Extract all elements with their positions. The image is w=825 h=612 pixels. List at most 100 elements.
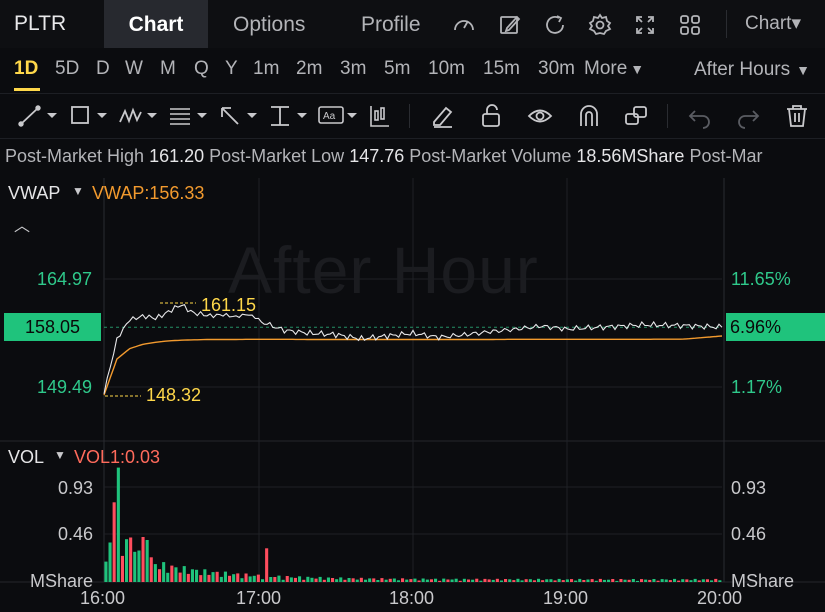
volume-bar [351, 578, 355, 582]
volume-bar [681, 579, 685, 582]
volume-bar [285, 576, 289, 582]
link-icon[interactable] [623, 102, 649, 130]
indicator-gauge-icon[interactable] [452, 13, 476, 37]
top-bar: PLTR Chart Options Profile Chart▾ [0, 0, 825, 48]
volume-bar [450, 579, 454, 582]
tab-profile[interactable]: Profile [361, 0, 421, 48]
volume-bar [256, 574, 260, 582]
volume-axis-label: 0.93 [58, 478, 94, 498]
volume-bar [372, 578, 376, 582]
period-30m[interactable]: 30m [538, 58, 575, 80]
period-5d[interactable]: 5D [55, 58, 79, 80]
volume-bar [565, 579, 569, 582]
volume-bar [252, 575, 256, 582]
volume-bar [524, 579, 528, 582]
magnet-icon[interactable] [576, 102, 602, 130]
volume-bar [298, 576, 302, 582]
chart-type-dropdown[interactable]: Chart▾ [745, 12, 801, 35]
period-2m[interactable]: 2m [296, 58, 322, 80]
volume-bar [578, 578, 582, 582]
pattern-icon[interactable] [118, 102, 162, 130]
time-axis-label: 20:00 [697, 588, 743, 608]
layout-grid-icon[interactable] [678, 13, 702, 37]
volume-bar [129, 537, 133, 582]
lock-icon[interactable] [479, 102, 505, 130]
time-axis-label: 19:00 [543, 588, 589, 608]
period-15m[interactable]: 15m [483, 58, 520, 80]
arrow-icon[interactable] [218, 102, 262, 130]
vwap-indicator-label[interactable]: VWAP [8, 183, 60, 204]
volume-bar [516, 578, 520, 582]
fib-icon[interactable] [168, 102, 212, 130]
eye-icon[interactable] [527, 102, 553, 130]
volume-bar [623, 579, 627, 582]
volume-bar [689, 580, 693, 582]
volume-bar [421, 578, 425, 582]
refresh-icon[interactable] [543, 13, 567, 37]
period-10m[interactable]: 10m [428, 58, 465, 80]
eraser-icon[interactable] [430, 102, 456, 130]
session-dropdown[interactable]: After Hours ▼ [694, 59, 810, 81]
volume-bar [627, 579, 631, 582]
volume-bar [714, 578, 718, 582]
volume-bar [347, 578, 351, 582]
current-price-badge: 158.05 [4, 313, 101, 341]
trend-line-icon[interactable] [18, 102, 62, 130]
period-more-dropdown[interactable]: More ▼ [584, 58, 644, 80]
current-percent-badge: 6.96% [726, 313, 825, 341]
period-m[interactable]: M [160, 58, 176, 80]
volume-bar [265, 548, 269, 582]
volume-bar [594, 580, 598, 582]
volume-bar [174, 567, 178, 582]
volume-bar [145, 540, 149, 582]
volume-bar [487, 579, 491, 582]
volume-bar [190, 569, 194, 582]
period-3m[interactable]: 3m [340, 58, 366, 80]
text-icon[interactable]: Aa [318, 102, 362, 130]
period-w[interactable]: W [125, 58, 143, 80]
period-y[interactable]: Y [225, 58, 238, 80]
volume-bar [244, 573, 248, 582]
volume-bar [343, 579, 347, 582]
volume-bar [108, 542, 112, 582]
volume-bar [277, 575, 281, 582]
volume-bar [656, 580, 660, 582]
tab-options[interactable]: Options [233, 0, 305, 48]
volume-bar [392, 578, 396, 582]
volume-bar [458, 580, 462, 582]
volume-bar [384, 579, 388, 582]
period-1m[interactable]: 1m [253, 58, 279, 80]
period-q[interactable]: Q [194, 58, 209, 80]
volume-bar [710, 580, 714, 582]
volume-bar [380, 578, 384, 582]
chevron-down-icon[interactable]: ▼ [72, 184, 84, 198]
volume-bar [718, 580, 722, 582]
measure-icon[interactable] [268, 102, 312, 130]
volume-bar [664, 579, 668, 582]
chevron-down-icon[interactable]: ▼ [54, 448, 66, 462]
period-1d[interactable]: 1D [14, 58, 38, 80]
rectangle-icon[interactable] [68, 102, 112, 130]
trash-icon[interactable] [784, 102, 810, 130]
period-d[interactable]: D [96, 58, 110, 80]
volume-bar [607, 579, 611, 582]
tab-chart[interactable]: Chart [104, 0, 208, 48]
collapse-chevron-icon[interactable]: ︿ [14, 212, 30, 236]
volume-bar [668, 580, 672, 582]
settings-gear-icon[interactable] [588, 13, 612, 37]
volume-indicator-label[interactable]: VOL [8, 447, 44, 468]
redo-icon[interactable] [735, 102, 761, 130]
fullscreen-icon[interactable] [633, 13, 657, 37]
volume-bar [491, 579, 495, 582]
period-5m[interactable]: 5m [384, 58, 410, 80]
volume-axis-label: 0.93 [731, 478, 767, 498]
volume-bar [335, 579, 339, 582]
undo-icon[interactable] [687, 102, 713, 130]
draw-pencil-icon[interactable] [498, 13, 522, 37]
post-market-low-label: Post-Market Low [209, 146, 345, 166]
volume-bar [207, 574, 211, 582]
volume-bar [388, 578, 392, 582]
candle-icon[interactable] [368, 102, 392, 130]
volume-bar [602, 579, 606, 582]
volume-bar [219, 576, 223, 582]
